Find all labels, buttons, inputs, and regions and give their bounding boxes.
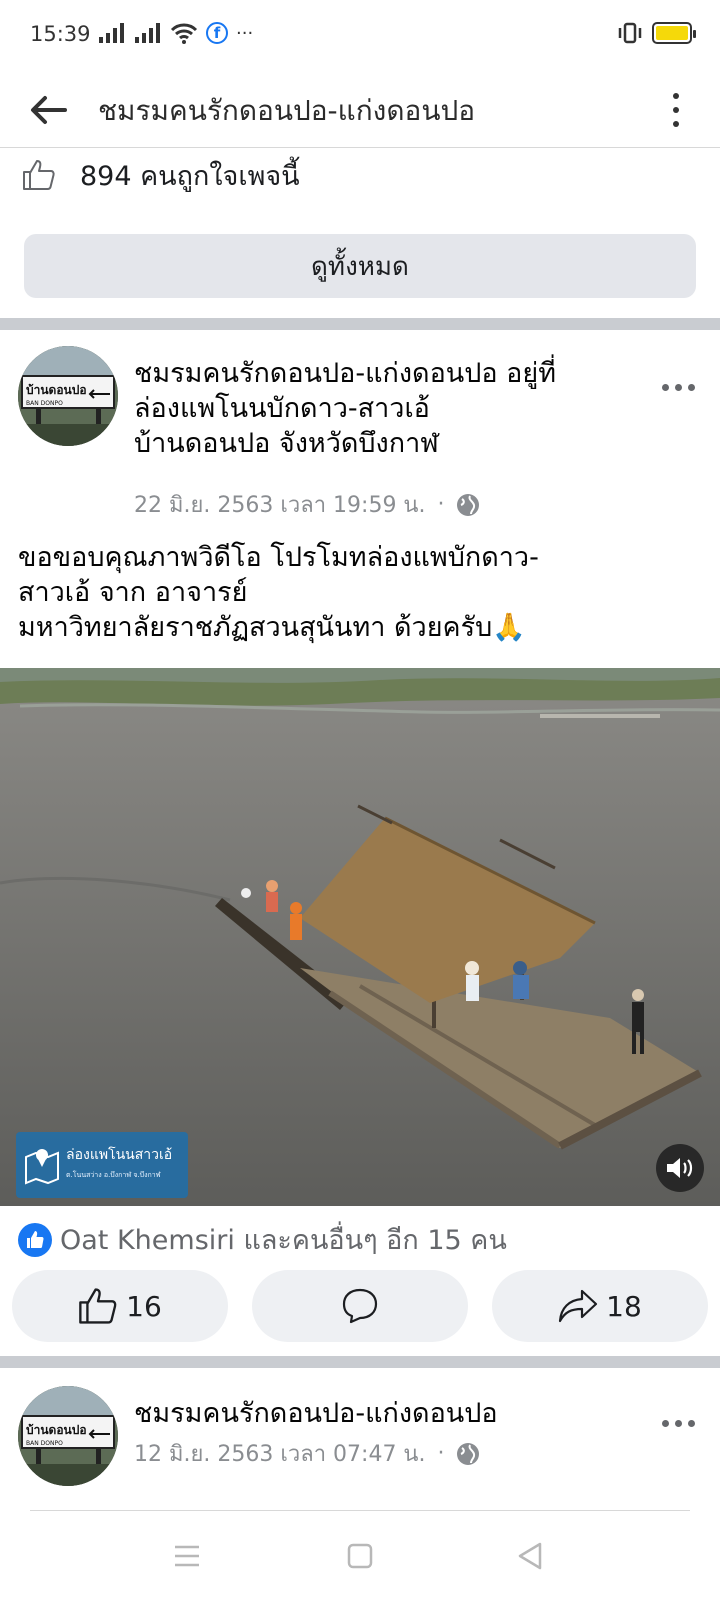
globe-icon xyxy=(457,1442,480,1465)
comment-icon xyxy=(342,1288,378,1324)
status-right xyxy=(616,22,696,44)
like-reaction-icon xyxy=(18,1222,52,1257)
avatar-sign-text: บ้านดอนปอ xyxy=(26,383,87,397)
post-timestamp[interactable]: 22 มิ.ย. 2563 เวลา 19:59 น. xyxy=(134,487,425,522)
avatar[interactable]: บ้านดอนปอ BAN DONPO xyxy=(18,1386,118,1486)
post-text-line: ขอขอบคุณภาพวิดีโอ โปรโมทล่องแพบักดาว- xyxy=(18,542,539,573)
back-arrow-icon xyxy=(31,96,67,124)
status-time: 15:39 xyxy=(30,22,91,46)
video-badge-sub: ต.โนนสว่าง อ.บึงกาฬ จ.บึงกาฬ xyxy=(66,1171,161,1179)
reactions-summary[interactable]: Oat Khemsiri และคนอื่นๆ อีก 15 คน xyxy=(18,1218,507,1261)
see-all-button[interactable]: ดูทั้งหมด xyxy=(24,234,696,298)
share-button[interactable]: 18 xyxy=(492,1270,708,1342)
share-icon xyxy=(559,1289,598,1323)
map-icon xyxy=(25,1149,59,1185)
video-frame xyxy=(0,668,720,1206)
status-icons: f ··· xyxy=(98,22,253,44)
signal-icon xyxy=(135,23,160,43)
thumbs-up-icon xyxy=(23,160,55,190)
post-author[interactable]: ชมรมคนรักดอนปอ-แก่งดอนปอ xyxy=(134,1396,634,1431)
page-title: ชมรมคนรักดอนปอ-แก่งดอนปอ xyxy=(98,94,476,127)
post-timestamp[interactable]: 12 มิ.ย. 2563 เวลา 07:47 น. xyxy=(134,1436,425,1471)
app-bar: ชมรมคนรักดอนปอ-แก่งดอนปอ xyxy=(0,72,720,148)
meta-separator: · xyxy=(437,492,445,517)
system-nav-bar xyxy=(0,1510,720,1600)
avatar-sign-en: BAN DONPO xyxy=(26,400,63,407)
section-divider xyxy=(0,1356,720,1368)
battery-icon xyxy=(652,22,696,44)
back-button[interactable] xyxy=(26,88,70,132)
post-text-line: สาวเอ้ จาก อาจารย์ xyxy=(18,577,248,608)
page-likes-row: 894 คนถูกใจเพจนี้ xyxy=(22,152,300,198)
avatar-sign-image: บ้านดอนปอ BAN DONPO xyxy=(18,1386,118,1486)
post-video[interactable]: ล่องแพโนนสาวเอ้ ต.โนนสว่าง อ.บึงกาฬ จ.บึ… xyxy=(0,668,720,1206)
post-author-line: บ้านดอนปอ จังหวัดบึงกาฬ xyxy=(134,428,439,459)
comment-button[interactable] xyxy=(252,1270,468,1342)
post-author-line: ล่องแพโนนบักดาว-สาวเอ้ xyxy=(134,393,430,424)
post-meta: 12 มิ.ย. 2563 เวลา 07:47 น. · xyxy=(134,1436,480,1471)
sound-button[interactable] xyxy=(656,1144,704,1192)
more-horiz-icon[interactable] xyxy=(662,384,695,391)
avatar-sign-image: บ้านดอนปอ BAN DONPO xyxy=(18,346,118,446)
facebook-icon: f xyxy=(206,22,228,44)
post-author-line: ชมรมคนรักดอนปอ-แก่งดอนปอ อยู่ที่ xyxy=(134,358,557,389)
home-icon[interactable] xyxy=(346,1542,374,1570)
page-likes-text: 894 คนถูกใจเพจนี้ xyxy=(80,160,300,192)
globe-icon xyxy=(457,493,480,516)
menu-icon[interactable] xyxy=(172,1543,202,1569)
avatar-sign-en: BAN DONPO xyxy=(26,1440,63,1447)
status-bar: 15:39 f ··· xyxy=(0,0,720,72)
back-nav-icon[interactable] xyxy=(516,1541,544,1571)
share-count: 18 xyxy=(606,1289,642,1323)
vibrate-icon xyxy=(618,22,642,44)
thumbs-up-icon xyxy=(79,1288,117,1324)
signal-icon xyxy=(99,23,124,43)
nav-divider xyxy=(30,1510,690,1511)
video-location-badge: ล่องแพโนนสาวเอ้ ต.โนนสว่าง อ.บึงกาฬ จ.บึ… xyxy=(16,1132,188,1198)
section-divider xyxy=(0,318,720,330)
post-text-line: มหาวิทยาลัยราชภัฏสวนสุนันทา ด้วยครับ🙏 xyxy=(18,612,526,643)
video-badge-title: ล่องแพโนนสาวเอ้ xyxy=(66,1147,173,1163)
like-button[interactable]: 16 xyxy=(12,1270,228,1342)
avatar-sign-text: บ้านดอนปอ xyxy=(26,1423,87,1437)
more-horiz-icon[interactable] xyxy=(662,1420,695,1427)
post-author[interactable]: ชมรมคนรักดอนปอ-แก่งดอนปอ อยู่ที่ ล่องแพโ… xyxy=(134,356,634,461)
like-count: 16 xyxy=(126,1289,162,1323)
post-text: ขอขอบคุณภาพวิดีโอ โปรโมทล่องแพบักดาว- สา… xyxy=(18,540,708,645)
avatar[interactable]: บ้านดอนปอ BAN DONPO xyxy=(18,346,118,446)
wifi-icon xyxy=(170,23,198,44)
status-more: ··· xyxy=(236,22,254,44)
post-meta: 22 มิ.ย. 2563 เวลา 19:59 น. · xyxy=(134,487,480,522)
reactions-text: Oat Khemsiri และคนอื่นๆ อีก 15 คน xyxy=(60,1225,507,1256)
sound-icon xyxy=(667,1158,693,1178)
more-vert-icon[interactable] xyxy=(664,88,688,132)
meta-separator: · xyxy=(437,1441,445,1466)
